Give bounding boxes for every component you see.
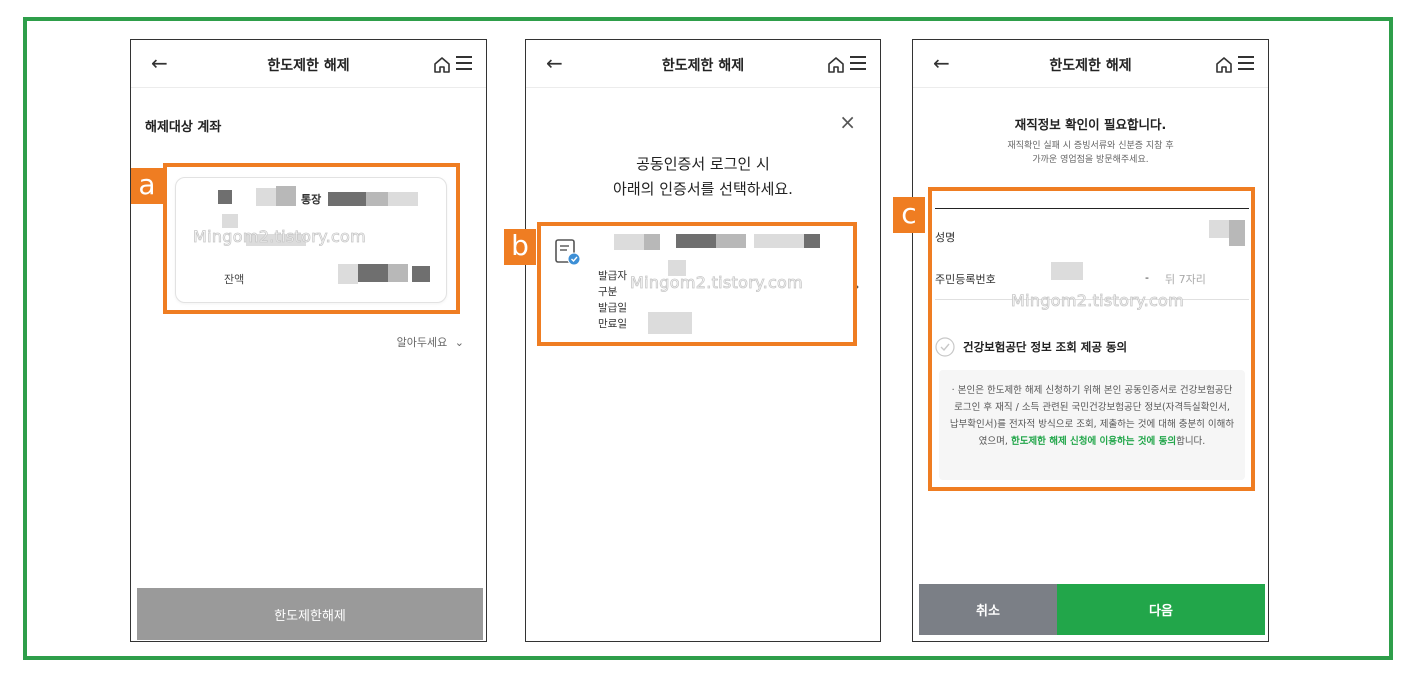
limit-release-button[interactable]: 한도제한해제 — [137, 588, 483, 640]
home-icon[interactable] — [432, 55, 452, 75]
hamburger-menu-icon[interactable] — [456, 56, 472, 70]
prompt-line-2: 아래의 인증서를 선택하세요. — [613, 180, 793, 198]
notice-sub-2: 가까운 영업점을 방문해주세요. — [1032, 155, 1149, 165]
section-label: 해제대상 계좌 — [145, 120, 222, 135]
highlight-box-a — [163, 163, 460, 314]
notice-sub-1: 재직확인 실패 시 증빙서류와 신분증 지참 후 — [1007, 141, 1174, 151]
notice: 재직정보 확인이 필요합니다. 재직확인 실패 시 증빙서류와 신분증 지참 후… — [913, 114, 1268, 167]
app-header: ← 한도제한 해제 — [913, 40, 1268, 88]
marker-label-c: c — [893, 197, 925, 233]
hamburger-menu-icon[interactable] — [1238, 56, 1254, 70]
screen-account-select: ← 한도제한 해제 해제대상 계좌 통장 잔액 Mingom2.tistory.… — [130, 39, 487, 642]
home-icon[interactable] — [826, 55, 846, 75]
info-toggle-label: 알아두세요 — [396, 336, 448, 349]
highlight-box-b — [537, 222, 857, 346]
notice-heading: 재직정보 확인이 필요합니다. — [1014, 117, 1167, 132]
app-header: ← 한도제한 해제 — [131, 40, 486, 88]
close-icon[interactable]: × — [839, 110, 856, 134]
info-toggle[interactable]: 알아두세요 ⌄ — [397, 334, 464, 350]
home-icon[interactable] — [1214, 55, 1234, 75]
highlight-box-c — [928, 187, 1255, 491]
next-button[interactable]: 다음 — [1057, 584, 1265, 635]
marker-label-b: b — [504, 229, 536, 265]
prompt-line-1: 공동인증서 로그인 시 — [636, 155, 770, 173]
prompt-text: 공동인증서 로그인 시 아래의 인증서를 선택하세요. — [526, 152, 880, 202]
hamburger-menu-icon[interactable] — [850, 56, 866, 70]
cancel-button[interactable]: 취소 — [919, 584, 1057, 635]
app-header: ← 한도제한 해제 — [526, 40, 880, 88]
marker-label-a: a — [131, 168, 163, 204]
chevron-down-icon: ⌄ — [454, 336, 464, 349]
